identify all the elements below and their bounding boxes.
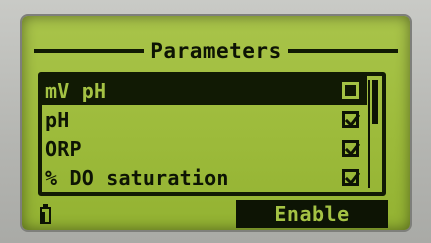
checkbox-checked-icon[interactable] [342,169,361,186]
list-item-do-saturation[interactable]: % DO saturation [42,163,367,192]
checkbox-checked-icon[interactable] [342,140,361,157]
list-item-mv-ph[interactable]: mV pH [42,76,367,105]
title-bar: Parameters [34,38,398,64]
list-item-label: pH [45,107,70,132]
list-item-label: % DO saturation [45,165,229,190]
list-scrollbar[interactable] [368,80,378,188]
parameter-rows: mV pH pH ORP % DO saturation [42,76,367,192]
enable-softkey-button[interactable]: Enable [236,200,388,228]
parameter-list: mV pH pH ORP % DO saturation [38,72,386,196]
title-rule-left [34,49,145,53]
scrollbar-thumb[interactable] [372,80,378,124]
battery-icon [40,204,51,224]
checkbox-unchecked-icon[interactable] [342,82,359,99]
meter-bezel: Parameters mV pH pH ORP % DO saturation … [0,0,431,243]
lcd-screen: Parameters mV pH pH ORP % DO saturation … [22,16,410,230]
checkbox-checked-icon[interactable] [342,111,361,128]
checkmark-icon [344,113,361,128]
list-item-orp[interactable]: ORP [42,134,367,163]
screen-title: Parameters [150,39,282,63]
list-item-label: mV pH [45,78,107,103]
list-item-ph[interactable]: pH [42,105,367,134]
title-rule-right [287,49,398,53]
list-item-label: ORP [45,136,82,161]
checkmark-icon [344,142,361,157]
checkmark-icon [344,171,361,186]
